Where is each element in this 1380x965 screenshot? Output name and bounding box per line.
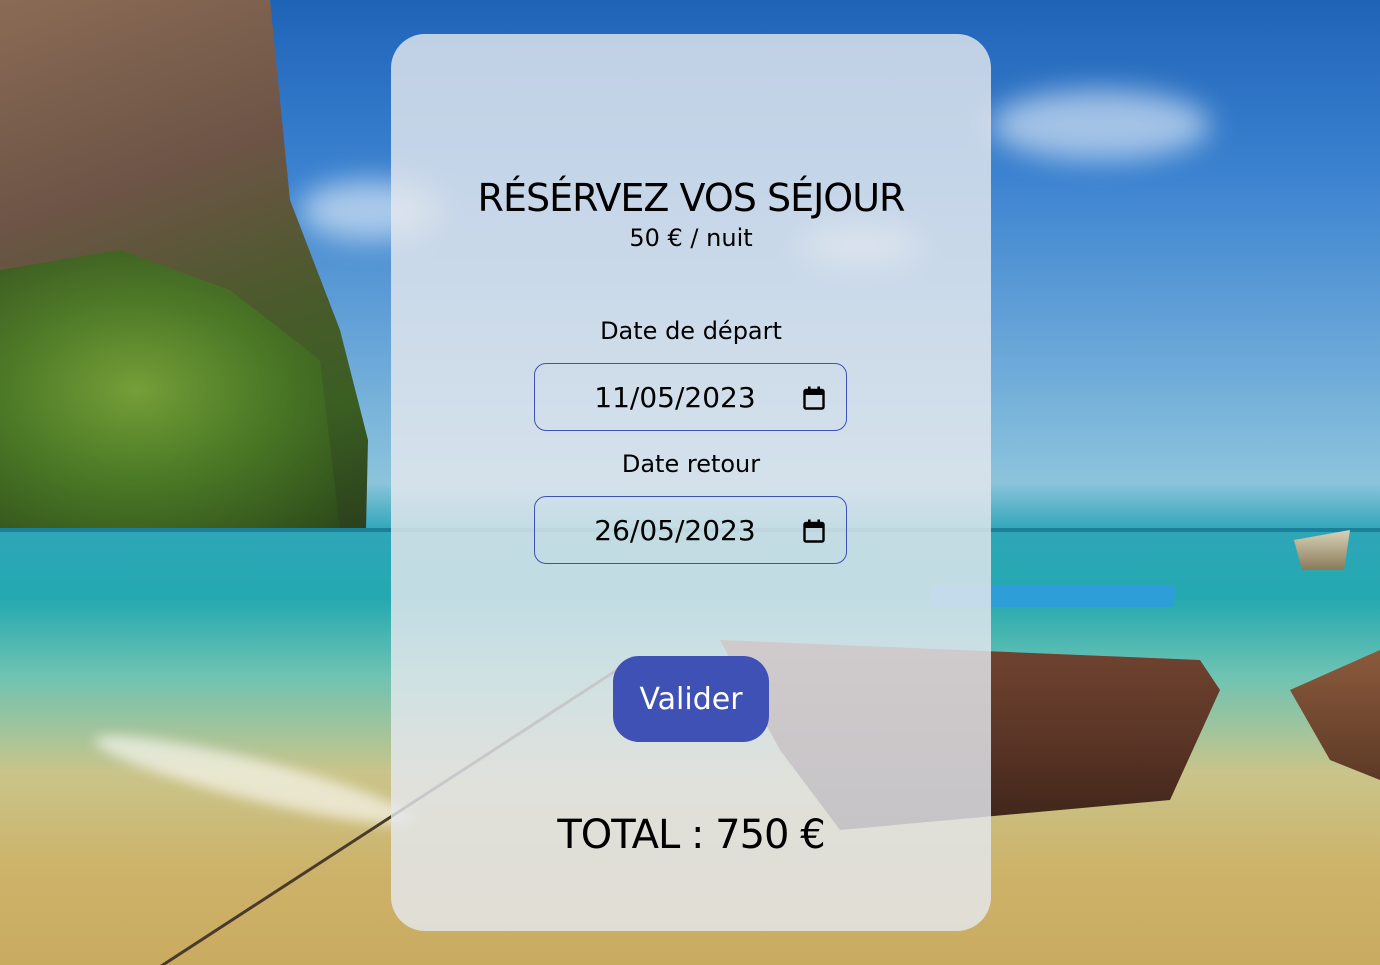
background-wave-foam xyxy=(90,720,420,840)
departure-date-label: Date de départ xyxy=(600,317,782,345)
booking-card: RÉSÉRVEZ VOS SÉJOUR 50 € / nuit Date de … xyxy=(391,34,991,931)
calendar-icon[interactable] xyxy=(803,386,825,410)
booking-title: RÉSÉRVEZ VOS SÉJOUR xyxy=(477,176,906,220)
return-date-input[interactable]: 26/05/2023 xyxy=(534,496,847,564)
return-date-value: 26/05/2023 xyxy=(594,513,756,547)
cloud xyxy=(990,90,1210,160)
departure-date-value: 11/05/2023 xyxy=(594,380,756,414)
background-boat-edge xyxy=(1290,650,1380,780)
total-price: TOTAL : 750 € xyxy=(557,812,825,858)
background-beach-scene: RÉSÉRVEZ VOS SÉJOUR 50 € / nuit Date de … xyxy=(0,0,1380,965)
validate-button[interactable]: Valider xyxy=(613,656,769,742)
background-distant-boat xyxy=(1294,530,1350,570)
departure-date-input[interactable]: 11/05/2023 xyxy=(534,363,847,431)
calendar-icon[interactable] xyxy=(803,519,825,543)
return-date-label: Date retour xyxy=(621,450,761,478)
nightly-price: 50 € / nuit xyxy=(629,224,753,252)
